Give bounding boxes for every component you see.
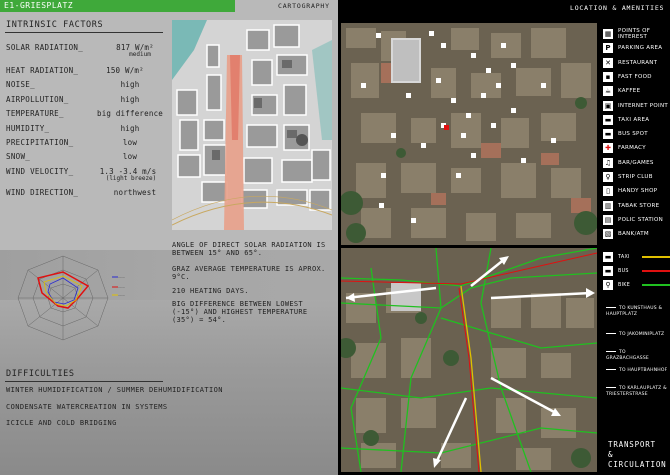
bike-line bbox=[642, 284, 670, 286]
bank-icon: ▧ bbox=[603, 229, 613, 240]
page-title: E1-GRIESPLATZ bbox=[4, 1, 74, 10]
legend-label: PARKING AREA bbox=[618, 45, 663, 52]
transport-mode-taxi: ▬ TAXI bbox=[603, 252, 670, 262]
factor-label: PRECIPITATION_ bbox=[6, 138, 74, 147]
factor-label: HUMIDITY_ bbox=[6, 124, 50, 133]
aerial-map-amenities bbox=[341, 23, 597, 245]
factor-label: WIND VELOCITY_ bbox=[6, 167, 74, 176]
bus-line bbox=[642, 270, 670, 272]
factor-label: HEAT RADIATION_ bbox=[6, 66, 79, 75]
pharmacy-icon: ✚ bbox=[603, 143, 613, 154]
factor-value: high bbox=[120, 95, 140, 104]
legend-item: ▬ BUS SPOT bbox=[603, 128, 670, 140]
factor-value: northwest bbox=[113, 188, 157, 197]
destination-label: TO GRAZBACHGASSE bbox=[606, 350, 649, 361]
factor-label: TEMPERATURE_ bbox=[6, 109, 64, 118]
legend-item: ▬ TAXI AREA bbox=[603, 114, 670, 126]
destination-label: TO KUNSTHAUS & HAUPTPLATZ bbox=[606, 306, 663, 317]
note-heating-days: 210 HEATING DAYS. bbox=[172, 287, 249, 295]
police-icon: ▤ bbox=[603, 214, 613, 225]
difficulty-item: CONDENSATE WATERCREATION IN SYSTEMS bbox=[6, 403, 168, 411]
legend-label: KAFFEE bbox=[618, 88, 641, 95]
factor-value: low bbox=[122, 152, 138, 161]
fast-food-icon: ▪ bbox=[603, 71, 613, 82]
bar-icon: ♫ bbox=[603, 157, 613, 168]
destination-label: TO HAUPTBAHNHOF bbox=[606, 368, 668, 374]
divider bbox=[5, 381, 163, 382]
legend-label: FARMACY bbox=[618, 145, 646, 152]
factor-label: AIRPOLLUTION_ bbox=[6, 95, 69, 104]
legend-item: ▦ POINTS OF INTEREST bbox=[603, 28, 670, 40]
legend-item: ▥ TABAK STORE bbox=[603, 200, 670, 212]
transport-title: TRANSPORT & CIRCULATION bbox=[608, 440, 667, 469]
legend-label: RESTAURANT bbox=[618, 59, 658, 66]
radar-chart: ———— ———— ———— bbox=[8, 248, 168, 348]
legend-label: TAXI AREA bbox=[618, 116, 650, 123]
factor-label: WIND DIRECTION_ bbox=[6, 188, 79, 197]
internet-icon: ▣ bbox=[603, 100, 613, 111]
factor-sub: medium bbox=[129, 51, 151, 58]
parking-icon: P bbox=[603, 43, 613, 54]
difficulty-item: WINTER HUMIDIFICATION / SUMMER DEHUMIDIF… bbox=[6, 386, 223, 394]
factor-value: low bbox=[122, 138, 138, 147]
legend-label: TABAK STORE bbox=[618, 202, 660, 209]
factor-value: 150 W/m² bbox=[106, 66, 144, 75]
restaurant-icon: ✕ bbox=[603, 57, 613, 68]
intrinsic-title: INTRINSIC FACTORS bbox=[6, 20, 104, 30]
legend-label: STRIP CLUB bbox=[618, 174, 653, 180]
legend-item: ♀ STRIP CLUB bbox=[603, 171, 670, 183]
destination-label: TO KARLAUPLATZ & TRIESTERSTRASE bbox=[606, 386, 667, 397]
destination-label: TO JAKOMINIPLATZ bbox=[606, 332, 668, 338]
factor-sub: (light breeze) bbox=[105, 175, 157, 182]
difficulty-item: ICICLE AND COLD BRIDGING bbox=[6, 419, 117, 427]
tobacco-icon: ▥ bbox=[603, 200, 613, 211]
legend-label: BANK/ATM bbox=[618, 231, 649, 238]
coffee-icon: ☕ bbox=[603, 86, 613, 97]
legend-item: P PARKING AREA bbox=[603, 42, 670, 54]
factor-value: big difference bbox=[96, 109, 163, 118]
points-of-interest-icon: ▦ bbox=[603, 29, 613, 39]
phone-shop-icon: ▯ bbox=[603, 186, 613, 197]
factor-label: NOISE_ bbox=[6, 80, 35, 89]
factor-value: high bbox=[120, 124, 140, 133]
strip-club-icon: ♀ bbox=[603, 172, 613, 182]
legend-label: FAST FOOD bbox=[618, 73, 652, 80]
cartography-map bbox=[172, 20, 332, 230]
divider bbox=[5, 32, 163, 33]
taxi-line bbox=[642, 256, 670, 258]
taxi-icon: ▬ bbox=[603, 114, 613, 125]
note-avg-temp: GRAZ AVERAGE TEMPERATURE IS APROX. 9°C. bbox=[172, 265, 326, 281]
taxi-icon: ▬ bbox=[603, 252, 613, 262]
legend-item: ▪ FAST FOOD bbox=[603, 71, 670, 83]
aerial-map-transport bbox=[341, 248, 597, 472]
bus-icon: ▬ bbox=[603, 129, 613, 140]
legend-label: HANDY SHOP bbox=[618, 188, 658, 195]
legend-label: BUS SPOT bbox=[618, 131, 648, 138]
legend-item: ✕ RESTAURANT bbox=[603, 57, 670, 69]
legend-item: ✚ FARMACY bbox=[603, 142, 670, 154]
factor-label: SOLAR RADIATION_ bbox=[6, 43, 84, 52]
legend-label: POLIC STATION bbox=[618, 216, 664, 223]
note-temp-difference: BIG DIFFERENCE BETWEEN LOWEST (-15°) AND… bbox=[172, 300, 308, 324]
transport-mode-bus: ▬ BUS bbox=[603, 266, 670, 276]
legend-item: ▣ INTERNET POINT bbox=[603, 100, 670, 112]
factor-value: high bbox=[120, 80, 140, 89]
section-label: CARTOGRAPHY bbox=[278, 2, 330, 10]
note-solar-angle: ANGLE OF DIRECT SOLAR RADIATION IS BETWE… bbox=[172, 241, 326, 257]
legend-item: ☕ KAFFEE bbox=[603, 85, 670, 97]
legend-label: BAR/GAMES bbox=[618, 159, 654, 166]
factor-label: SNOW_ bbox=[6, 152, 31, 161]
header-bar: E1-GRIESPLATZ bbox=[0, 0, 235, 12]
legend-label: POINTS OF INTEREST bbox=[618, 28, 651, 40]
location-title: LOCATION & AMENITIES bbox=[570, 4, 665, 12]
legend-item: ▤ POLIC STATION bbox=[603, 214, 670, 226]
legend-item: ▯ HANDY SHOP bbox=[603, 185, 670, 197]
legend-item: ♫ BAR/GAMES bbox=[603, 157, 670, 169]
legend-item: ▧ BANK/ATM bbox=[603, 228, 670, 240]
transport-mode-bike: ⚲ BIKE bbox=[603, 280, 670, 290]
difficulties-title: DIFFICULTIES bbox=[6, 369, 75, 379]
bike-icon: ⚲ bbox=[603, 280, 613, 290]
bus-icon: ▬ bbox=[603, 266, 613, 276]
legend-label: INTERNET POINT bbox=[618, 102, 669, 109]
